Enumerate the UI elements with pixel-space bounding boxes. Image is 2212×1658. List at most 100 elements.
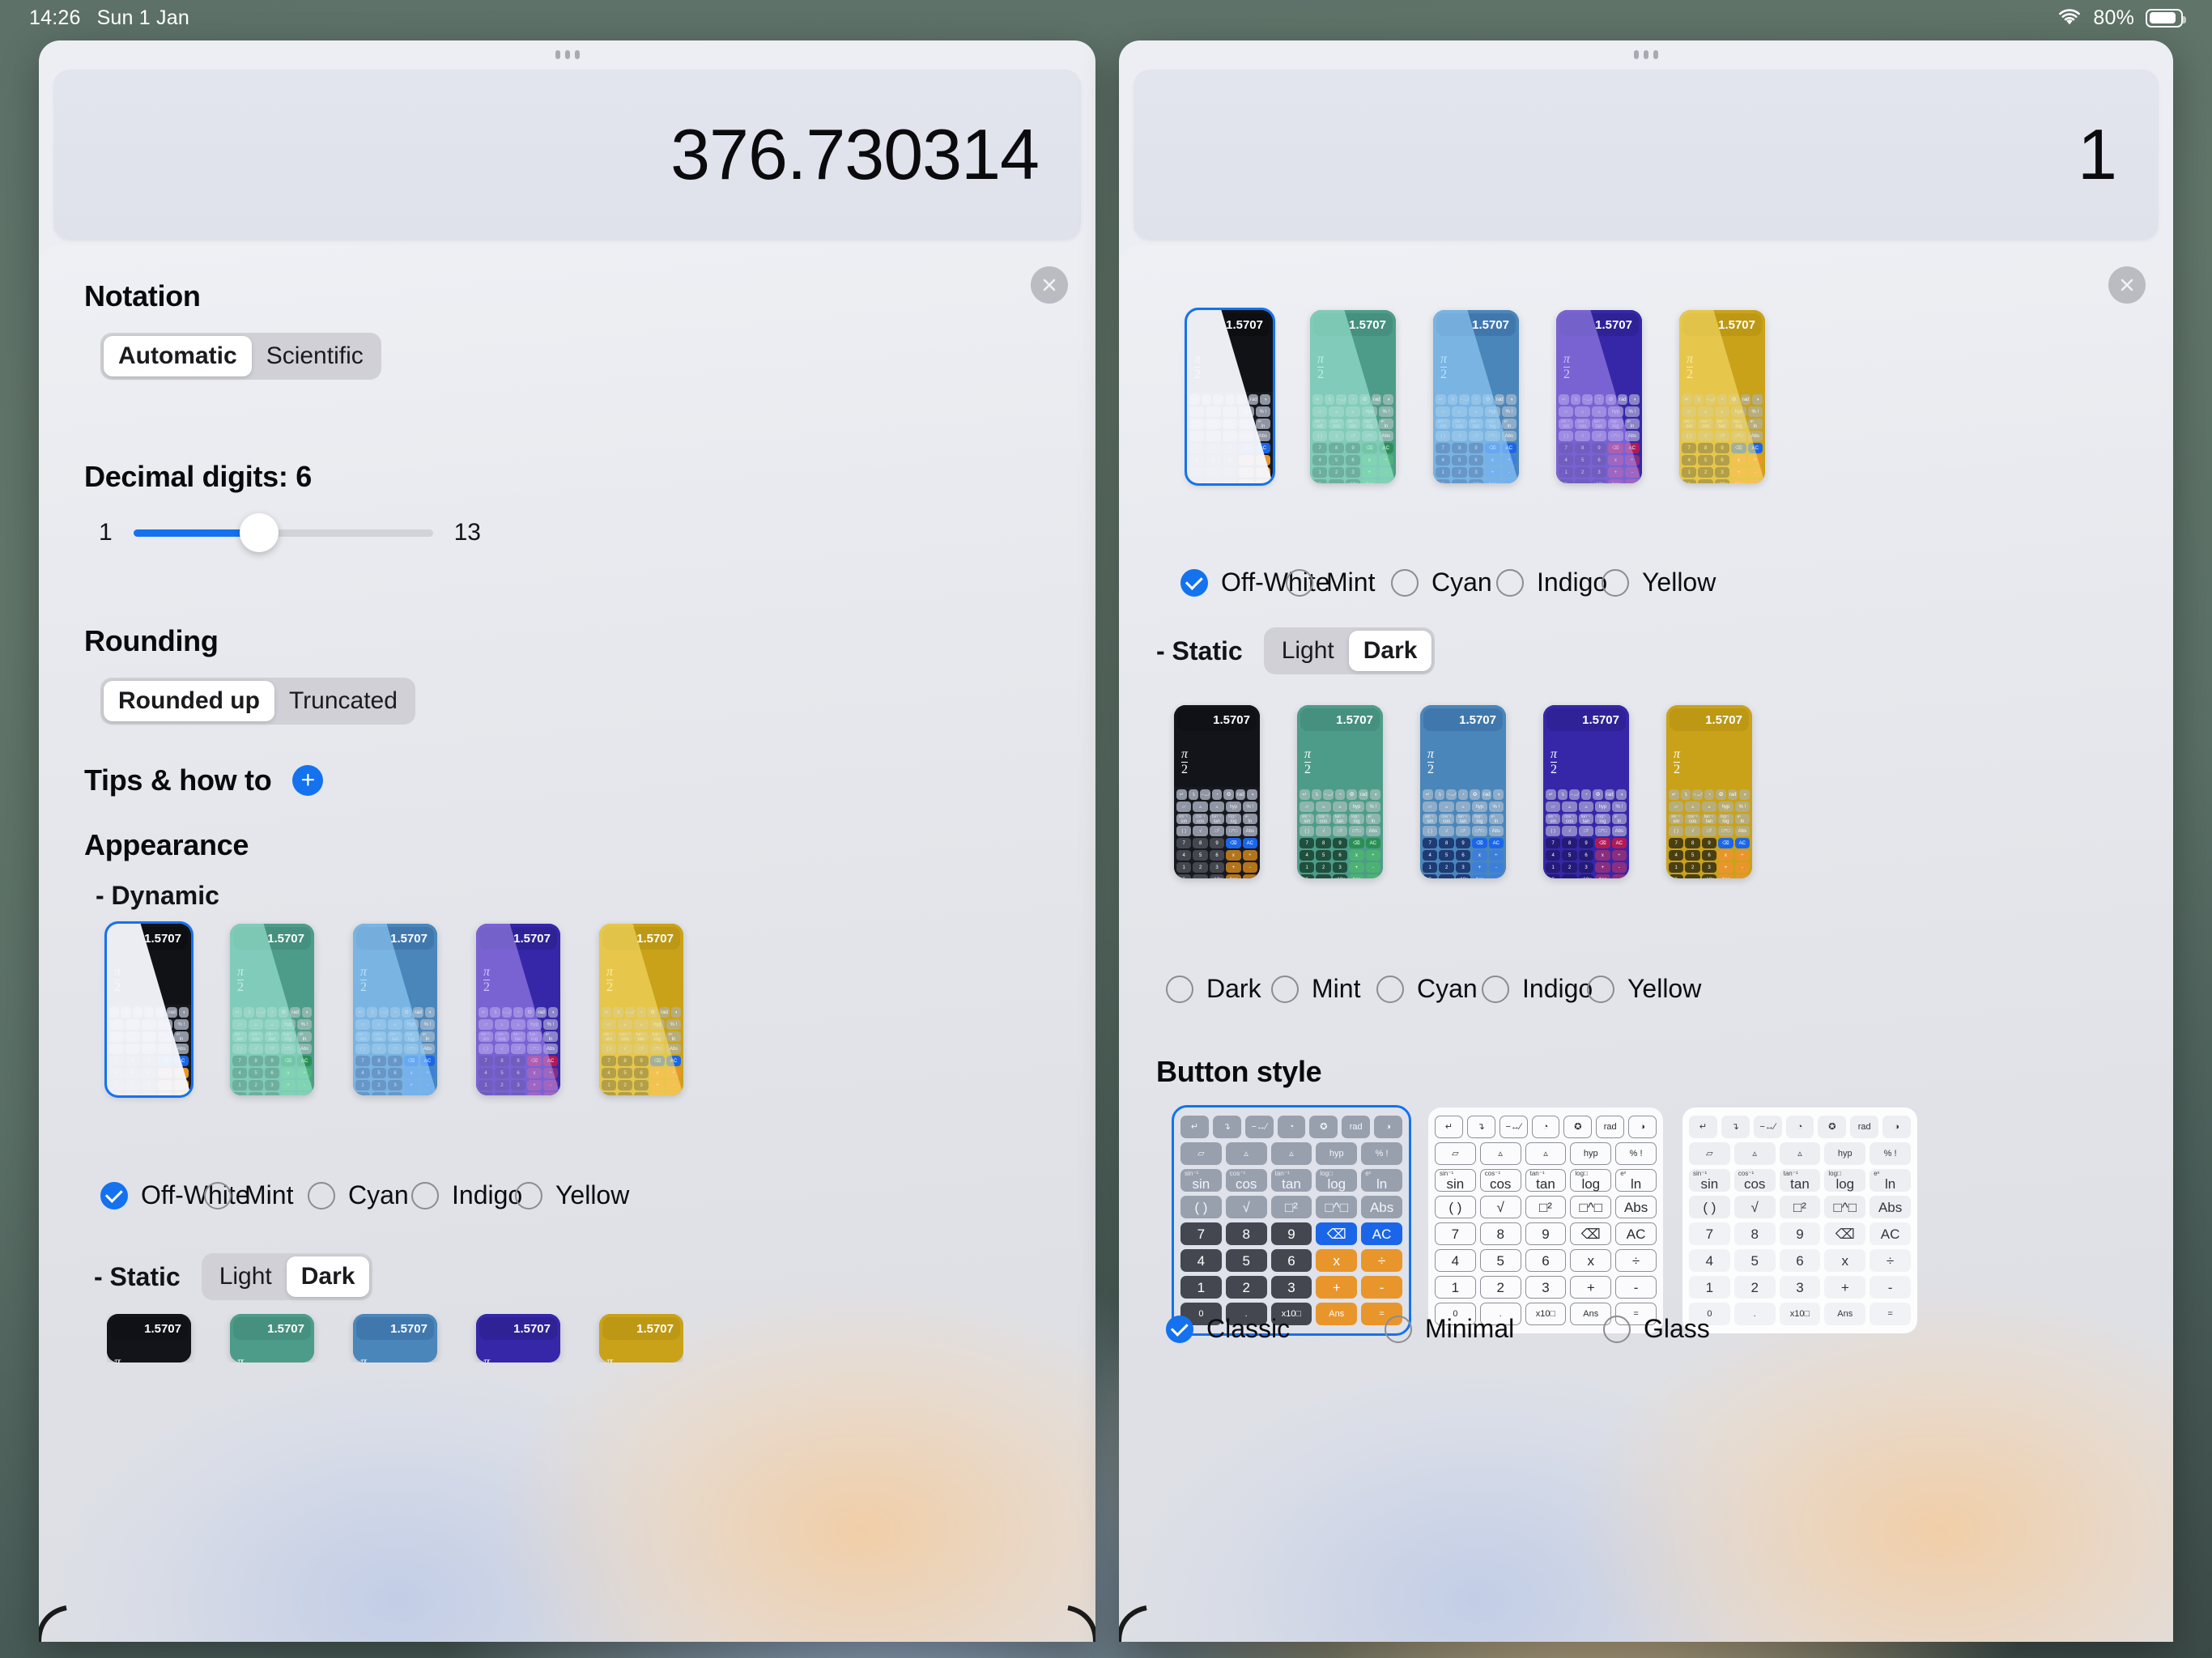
theme-card-key[interactable]: 1 bbox=[232, 1080, 247, 1090]
theme-card-key[interactable]: Abs bbox=[666, 1044, 681, 1054]
theme-card-key[interactable]: √ bbox=[495, 1044, 509, 1054]
theme-card-key[interactable]: . bbox=[1562, 874, 1577, 878]
theme-card-key[interactable]: □^□ bbox=[404, 1044, 419, 1054]
radio-indicator[interactable] bbox=[411, 1181, 439, 1209]
theme-card-key[interactable]: - bbox=[666, 1080, 681, 1090]
theme-card-key[interactable]: x10□ bbox=[388, 1092, 402, 1095]
button-style-key[interactable]: hyp bbox=[1570, 1142, 1612, 1165]
theme-card-key[interactable]: Abs bbox=[297, 1044, 312, 1054]
theme-card-key[interactable]: + bbox=[1595, 862, 1610, 873]
static-mode-dark[interactable]: Dark bbox=[286, 1256, 370, 1297]
theme-card-key[interactable]: ↴ bbox=[1680, 789, 1691, 800]
button-style-key[interactable]: eˣ ln bbox=[1615, 1169, 1657, 1192]
theme-card-key[interactable]: + bbox=[1349, 862, 1364, 873]
theme-card-key[interactable]: 3 bbox=[142, 1080, 156, 1090]
theme-card-key[interactable]: tan⁻¹ tan bbox=[1455, 814, 1471, 824]
notation-option-scientific[interactable]: Scientific bbox=[252, 336, 378, 376]
theme-card-key[interactable]: 0 bbox=[1436, 479, 1451, 483]
theme-card-key[interactable]: rad bbox=[1740, 394, 1751, 405]
theme-card-key[interactable]: AC bbox=[666, 1056, 681, 1066]
button-style-key[interactable]: ▵ bbox=[1479, 1142, 1521, 1165]
theme-card-key[interactable]: ✪ bbox=[1482, 394, 1493, 405]
theme-card-key[interactable]: = bbox=[1255, 479, 1271, 483]
radio-indigo[interactable]: Indigo bbox=[411, 1180, 522, 1210]
theme-card-key[interactable]: 7 bbox=[1559, 443, 1574, 453]
theme-card-key[interactable]: rad bbox=[1604, 789, 1615, 800]
button-style-key[interactable]: ÷ bbox=[1870, 1249, 1911, 1272]
theme-card-indigo[interactable]: 1.5707π2↵↴−↔∕◔✪rad◑▱▵▵hyp% !sin⁻¹sincos⁻… bbox=[476, 1314, 560, 1363]
theme-card-key[interactable]: ÷ bbox=[1734, 850, 1750, 861]
theme-card-key[interactable]: ◔ bbox=[1580, 789, 1592, 800]
theme-card-key[interactable]: Ans bbox=[281, 1092, 296, 1095]
theme-card-key[interactable]: √ bbox=[249, 1044, 263, 1054]
theme-card-key[interactable]: √ bbox=[1698, 431, 1713, 441]
button-style-key[interactable]: % ! bbox=[1361, 1142, 1402, 1165]
theme-card-key[interactable]: ↵ bbox=[1559, 394, 1569, 405]
theme-card-key[interactable]: ↵ bbox=[1436, 394, 1446, 405]
theme-card-key[interactable]: eˣ ln bbox=[1611, 814, 1627, 824]
theme-card-key[interactable]: x bbox=[1239, 455, 1254, 466]
button-style-key[interactable]: ( ) bbox=[1689, 1196, 1730, 1218]
theme-card-key[interactable]: □² bbox=[1714, 431, 1730, 441]
theme-card-key[interactable]: + bbox=[1472, 862, 1487, 873]
theme-card-key[interactable]: 3 bbox=[1714, 467, 1730, 478]
theme-card-key[interactable]: - bbox=[1255, 467, 1271, 478]
theme-card-key[interactable]: Abs bbox=[174, 1044, 189, 1054]
theme-card-key[interactable]: eˣ ln bbox=[543, 1031, 558, 1042]
theme-card-key[interactable]: tan⁻¹ tan bbox=[265, 1031, 279, 1042]
theme-card-key[interactable]: 7 bbox=[109, 1056, 124, 1066]
theme-card-key[interactable]: = bbox=[1501, 479, 1517, 483]
theme-card-key[interactable]: ◔ bbox=[1704, 789, 1715, 800]
theme-card-key[interactable]: rad bbox=[1371, 394, 1382, 405]
theme-card-key[interactable]: % ! bbox=[1501, 406, 1517, 417]
theme-card-key[interactable]: √ bbox=[1439, 826, 1454, 836]
theme-card-key[interactable]: ⌫ bbox=[281, 1056, 296, 1066]
theme-card-key[interactable]: ◔ bbox=[1716, 394, 1728, 405]
theme-card-key[interactable]: 4 bbox=[1189, 455, 1205, 466]
theme-card-key[interactable]: 5 bbox=[1575, 455, 1590, 466]
static-mode-segmented-control[interactable]: Light Dark bbox=[1263, 627, 1436, 674]
button-style-key[interactable]: □^□ bbox=[1824, 1196, 1866, 1218]
theme-card-key[interactable]: ÷ bbox=[1242, 850, 1258, 861]
radio-mint[interactable]: Mint bbox=[1271, 974, 1376, 1004]
theme-card-key[interactable]: 3 bbox=[1209, 862, 1225, 873]
theme-card-key[interactable]: tan⁻¹ tan bbox=[1714, 419, 1730, 429]
theme-card-key[interactable]: ✪ bbox=[1470, 789, 1480, 800]
theme-card-key[interactable]: 3 bbox=[634, 1080, 649, 1090]
button-style-key[interactable]: 6 bbox=[1525, 1249, 1567, 1272]
button-style-key[interactable]: −↔∕ bbox=[1753, 1116, 1782, 1138]
theme-card-key[interactable]: Abs bbox=[543, 1044, 558, 1054]
button-style-key[interactable]: ⌫ bbox=[1316, 1222, 1358, 1245]
theme-card-key[interactable]: Abs bbox=[1255, 431, 1271, 441]
theme-card-key[interactable]: ▵ bbox=[1316, 801, 1331, 812]
theme-card-key[interactable]: ▵ bbox=[142, 1019, 156, 1030]
theme-card-key[interactable]: + bbox=[281, 1080, 296, 1090]
theme-card-key[interactable]: rad bbox=[1727, 789, 1738, 800]
theme-card-key[interactable]: ▵ bbox=[1209, 801, 1225, 812]
theme-card-key[interactable]: 3 bbox=[1468, 467, 1484, 478]
radio-indicator[interactable] bbox=[1602, 568, 1629, 597]
theme-card-key[interactable]: −↔∕ bbox=[1213, 394, 1223, 405]
button-style-key[interactable]: 9 bbox=[1779, 1222, 1821, 1245]
theme-card-key[interactable]: ÷ bbox=[1488, 850, 1504, 861]
theme-card-key[interactable]: ▵ bbox=[1714, 406, 1730, 417]
theme-card-key[interactable]: ⌫ bbox=[650, 1056, 665, 1066]
theme-card-key[interactable]: Ans bbox=[650, 1092, 665, 1095]
theme-card-key[interactable]: log□ log bbox=[158, 1031, 172, 1042]
theme-card-key[interactable]: 1 bbox=[479, 1080, 493, 1090]
theme-card-key[interactable]: 9 bbox=[1701, 838, 1717, 848]
button-style-key[interactable]: = bbox=[1870, 1303, 1911, 1325]
theme-card-key[interactable]: 8 bbox=[1206, 443, 1221, 453]
theme-card-key[interactable]: ▱ bbox=[479, 1019, 493, 1030]
button-style-key[interactable]: ▵ bbox=[1525, 1142, 1567, 1165]
theme-card-key[interactable]: ◑ bbox=[1247, 789, 1258, 800]
theme-card-key[interactable]: 3 bbox=[1578, 862, 1594, 873]
button-style-key[interactable]: 9 bbox=[1270, 1222, 1312, 1245]
radio-yellow[interactable]: Yellow bbox=[1602, 568, 1716, 597]
theme-card-key[interactable]: - bbox=[1378, 467, 1394, 478]
theme-card-key[interactable]: % ! bbox=[1378, 406, 1394, 417]
theme-card-key[interactable]: cos⁻¹ cos bbox=[249, 1031, 263, 1042]
theme-card-key[interactable]: 3 bbox=[388, 1080, 402, 1090]
radio-cyan[interactable]: Cyan bbox=[1376, 974, 1482, 1004]
theme-card-key[interactable]: hyp bbox=[650, 1019, 665, 1030]
